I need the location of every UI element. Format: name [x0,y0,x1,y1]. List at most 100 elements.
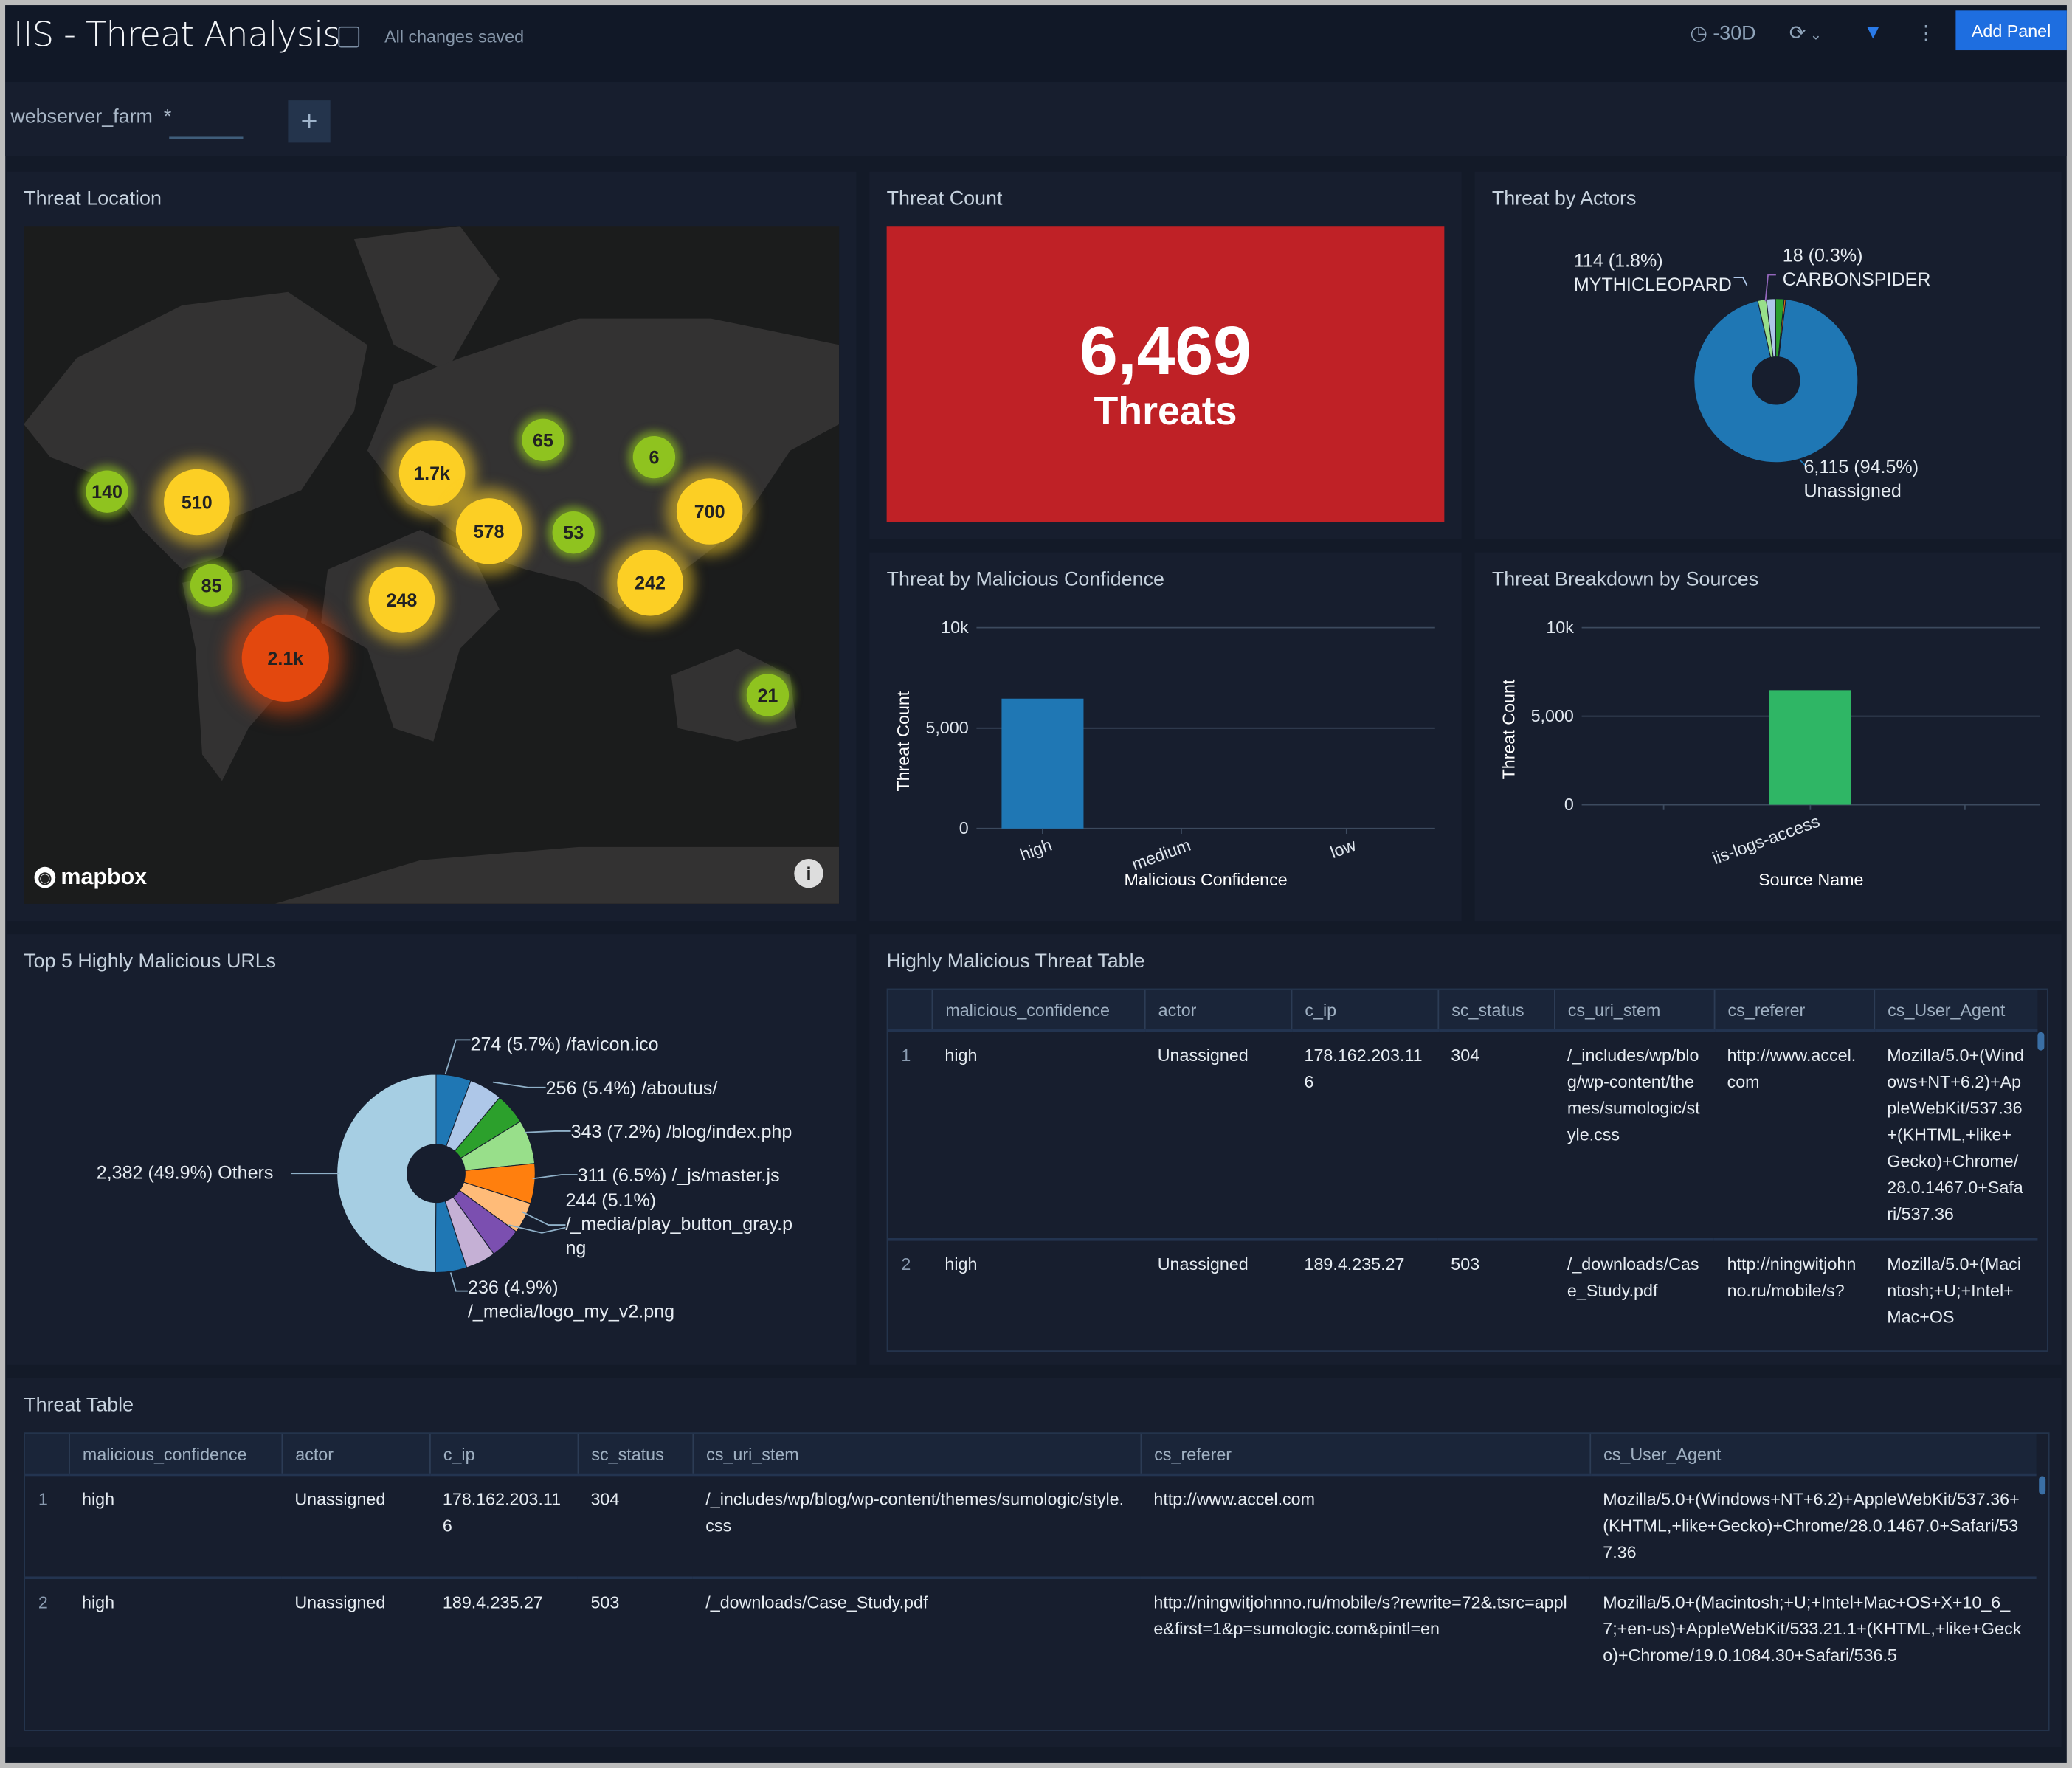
x-tick-label: high [1018,835,1054,864]
row-index: 1 [25,1473,69,1578]
save-status: All changes saved [384,26,525,46]
refresh-button[interactable]: ⟳ ⌄ [1789,21,1823,44]
cell-cs_uri_stem: /_includes/wp/blog/wp-content/themes/sum… [692,1473,1141,1578]
more-options-icon[interactable]: ⋮ [1916,21,1936,44]
slice-label-play-button: 244 (5.1%)/_media/play_button_gray.p ng [565,1189,793,1258]
y-tick-label: 5,000 [1531,706,1574,725]
threat-count-value: 6,469 [1079,313,1251,390]
mapbox-icon: ◉ [34,866,56,888]
column-header-sc_status[interactable]: sc_status [1437,990,1554,1031]
time-range-button[interactable]: ◷ -30D [1690,21,1755,44]
map-cluster-marker[interactable]: 1.7k [398,440,466,506]
x-axis-label: Malicious Confidence [1125,870,1288,889]
row-index: 1 [888,1029,932,1240]
cell-c_ip: 178.162.203.116 [429,1473,578,1578]
map-cluster-marker[interactable]: 578 [455,498,522,564]
leader-line [444,1039,471,1075]
scrollbar[interactable] [2039,1476,2046,1495]
map-cluster-marker[interactable]: 65 [522,418,564,461]
cell-cs_uri_stem: /_downloads/Case_Study.pdf [1553,1237,1714,1341]
map-land [24,226,840,904]
panel-top-malicious-urls: Top 5 Highly Malicious URLs 274 (5.7%) /… [6,934,857,1365]
map-cluster-marker[interactable]: 242 [617,549,683,616]
slice-label-aboutus: 256 (5.4%) /aboutus/ [545,1077,718,1099]
confidence-bar-chart: 0 5,000 10k high medium low Malicious Confiden… [894,618,1435,889]
column-header-cs_referer[interactable]: cs_referer [1139,1434,1590,1475]
cell-sc_status: 503 [1437,1237,1554,1341]
cell-actor: Unassigned [1144,1237,1291,1341]
add-filter-button[interactable]: + [288,100,331,143]
dashboard: IIS - Threat Analysis All changes saved … [5,5,2067,1763]
slice-label-master-js: 311 (6.5%) /_js/master.js [577,1164,780,1186]
slice-label-favicon: 274 (5.7%) /favicon.ico [470,1033,659,1055]
leader-line [1764,274,1776,302]
leader-line [492,1081,546,1088]
map-cluster-marker[interactable]: 85 [190,564,233,607]
column-header-sc_status[interactable]: sc_status [576,1434,693,1475]
map-cluster-marker[interactable]: 6 [632,435,676,479]
info-icon[interactable]: i [794,859,823,888]
column-header-malicious_confidence[interactable]: malicious_confidence [68,1434,282,1475]
map-cluster-marker[interactable]: 2.1k [241,614,329,702]
panel-highly-malicious-table: Highly Malicious Threat Table malicious_… [869,934,2062,1365]
cell-sc_status: 304 [577,1473,693,1578]
header: IIS - Threat Analysis All changes saved … [5,5,2067,83]
filter-icon[interactable]: ▼ [1863,21,1883,44]
filter-value[interactable]: * [164,106,171,128]
cell-cs_User_Agent: Mozilla/5.0+(Windows+NT+6.2)+AppleWebKit… [1589,1473,2037,1578]
filter-input-underline [169,136,244,139]
panel-breakdown-by-sources: Threat Breakdown by Sources 0 5,000 10k iis… [1474,552,2062,922]
y-tick-label: 0 [1564,795,1574,814]
column-header-cs_User_Agent[interactable]: cs_User_Agent [1589,1434,2037,1475]
land-greenland [353,226,500,372]
sources-bar-chart: 0 5,000 10k iis-logs-accessSource Name Threa… [1499,618,2040,889]
column-header-actor[interactable]: actor [280,1434,430,1475]
scrollbar[interactable] [2037,1032,2045,1051]
leader-line [1733,277,1748,286]
map-cluster-marker[interactable]: 21 [746,674,790,716]
map-cluster-marker[interactable]: 53 [552,511,595,554]
actors-pie-chart [1693,274,1859,466]
column-header-actor[interactable]: actor [1143,990,1291,1031]
mapbox-logo[interactable]: ◉ mapbox [34,864,147,891]
x-tick-label: iis-logs-access [1710,812,1822,869]
column-header-cs_uri_stem[interactable]: cs_uri_stem [691,1434,1141,1475]
table-row[interactable]: 1 high Unassigned 178.162.203.116 304/_inclu… [25,1473,2037,1578]
column-header-c_ip[interactable]: c_ip [1290,990,1438,1031]
world-map[interactable]: 140 510 85 2.1k 1.7k 65 6 578 53 700 242 248 21 ◉ map… [24,226,840,904]
map-cluster-marker[interactable]: 248 [368,567,435,633]
map-cluster-marker[interactable]: 510 [164,469,230,536]
table-row[interactable]: 2 high Unassigned 189.4.235.27 503/_download… [888,1237,2038,1341]
column-header-malicious_confidence[interactable]: malicious_confidence [930,990,1144,1031]
table-header-row: malicious_confidence actor c_ip sc_status cs… [888,990,2038,1031]
cell-cs_referer: http://ningwitjohnno.ru/mobile/s? [1713,1237,1874,1341]
share-icon[interactable] [338,26,360,48]
urls-pie-chart [290,1039,578,1292]
y-axis-label: Threat Count [1499,679,1518,779]
filter-bar: webserver_farm * + [5,82,2067,156]
slice-label-blog: 343 (7.2%) /blog/index.php [570,1120,792,1142]
x-tick-label: medium [1129,835,1193,874]
column-header-cs_uri_stem[interactable]: cs_uri_stem [1553,990,1714,1031]
table-row[interactable]: 2 high Unassigned 189.4.235.27 503/_download… [25,1576,2037,1680]
map-cluster-marker[interactable]: 140 [86,470,128,513]
filter-label: webserver_farm [10,106,153,128]
y-tick-label: 10k [1546,618,1574,637]
cell-cs_referer: http://www.accel.com [1713,1029,1874,1240]
column-header-cs_referer[interactable]: cs_referer [1713,990,1874,1031]
filter-webserver-farm[interactable]: webserver_farm * [10,106,171,128]
table-row[interactable]: 1 high Unassigned 178.162.203.116 304/_inclu… [888,1029,2038,1240]
add-panel-button[interactable]: Add Panel [1955,10,2067,51]
threat-count-unit: Threats [1094,390,1237,434]
column-header-cs_User_Agent[interactable]: cs_User_Agent [1873,990,2038,1031]
threat-table: malicious_confidence actor c_ip sc_status cs… [24,1432,2050,1731]
dashboard-title[interactable]: IIS - Threat Analysis [13,15,341,55]
slice-label-unassigned: 6,115 (94.5%) Unassigned [1803,455,1919,501]
panel-threat-count: Threat Count 6,469 Threats [869,171,1462,539]
cell-cs_User_Agent: Mozilla/5.0+(Macintosh;+U;+Intel+Mac+OS+… [1589,1576,2037,1680]
column-header-c_ip[interactable]: c_ip [429,1434,578,1475]
cell-sc_status: 503 [577,1576,693,1680]
leader-line [524,1130,571,1133]
slice-label-mythicleopard: 114 (1.8%) MYTHICLEOPARD [1573,249,1732,295]
map-cluster-marker[interactable]: 700 [676,478,743,545]
